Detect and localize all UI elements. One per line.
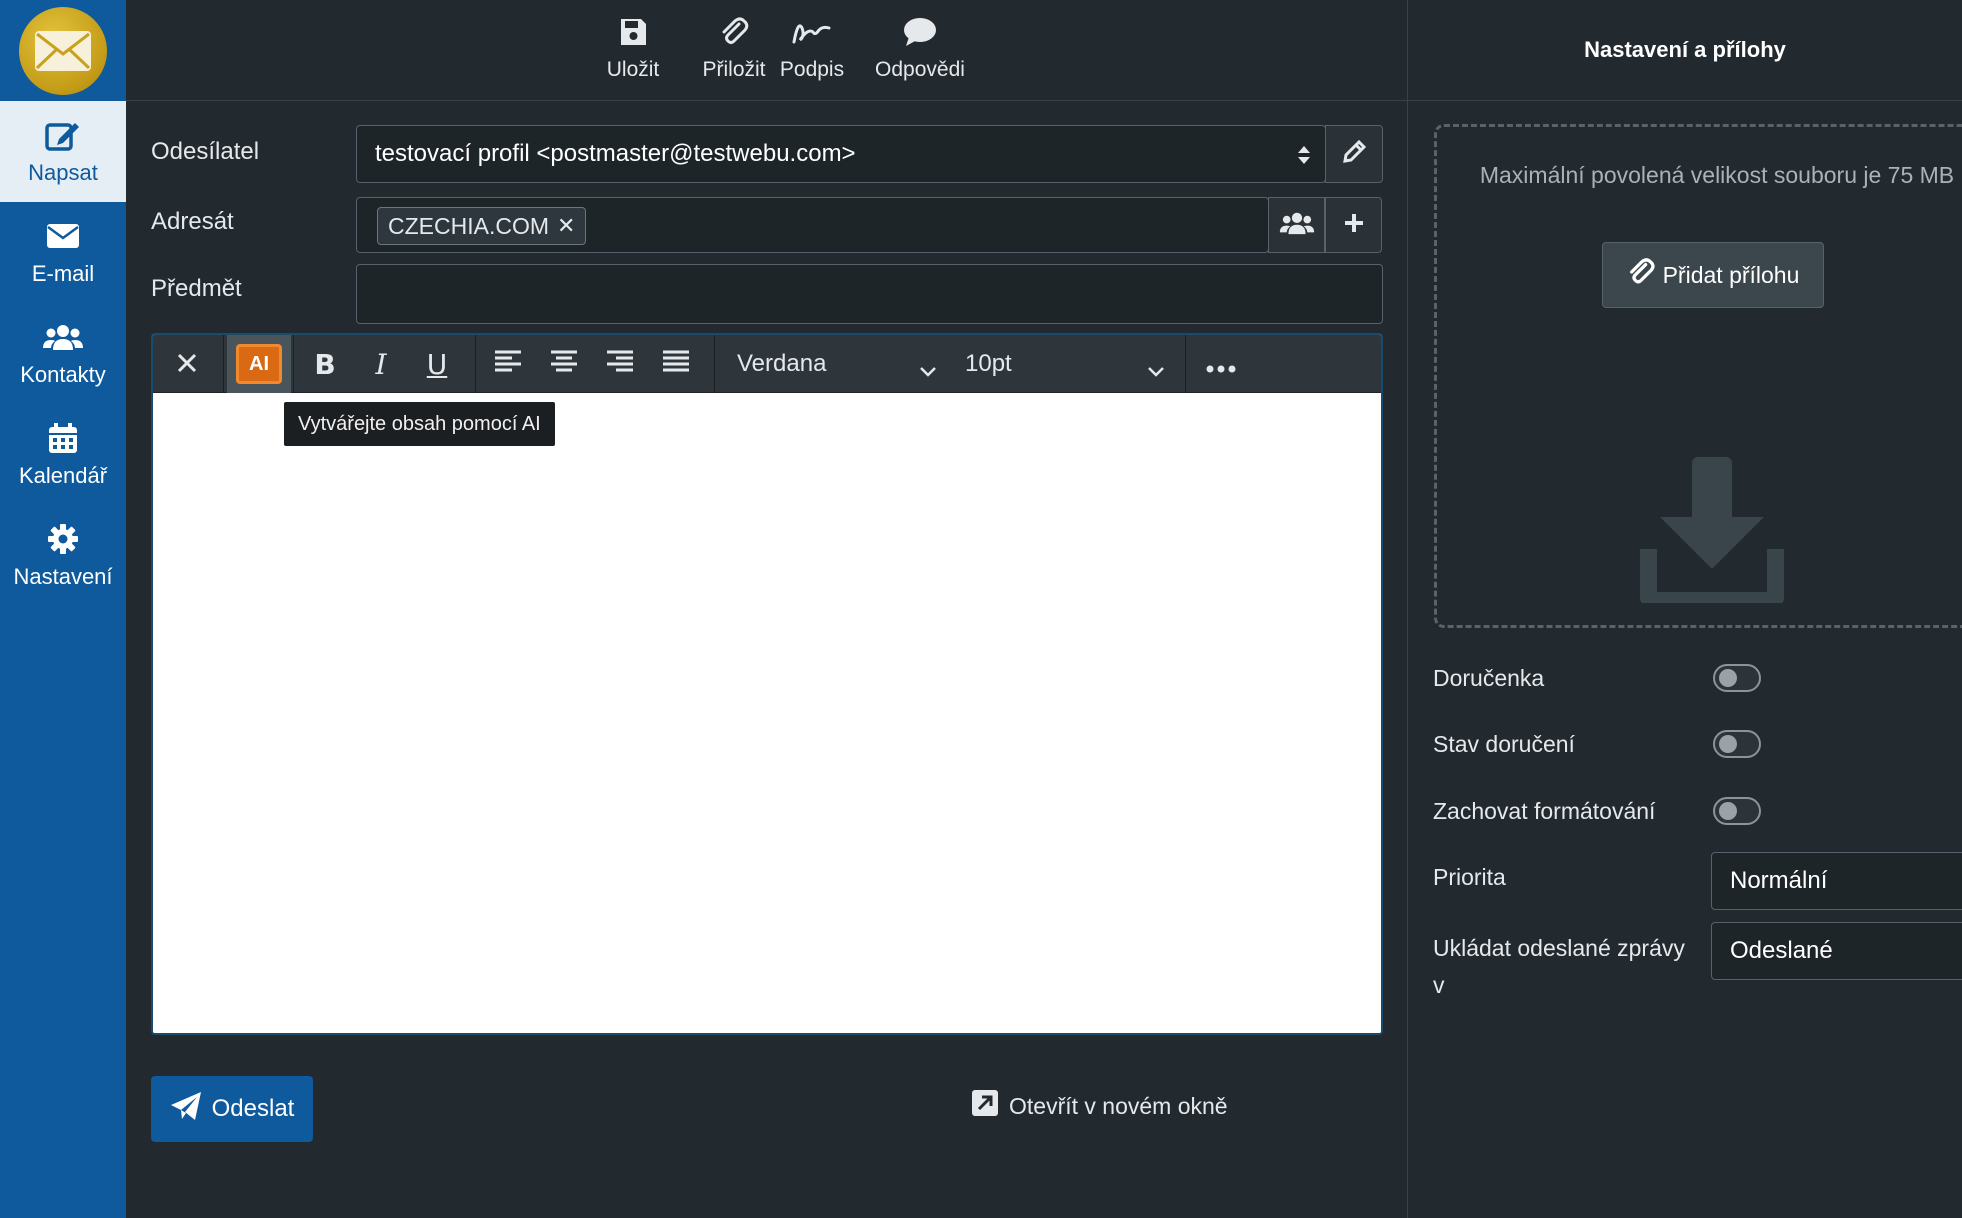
bold-button[interactable]: B: [303, 341, 347, 387]
panel-divider: [1407, 0, 1408, 1218]
nav-label: Kontakty: [20, 361, 106, 387]
responses-button[interactable]: Odpovědi: [858, 14, 982, 86]
sender-value: testovací profil <postmaster@testwebu.co…: [375, 140, 856, 167]
read-receipt-toggle[interactable]: [1713, 664, 1761, 692]
nav-item-compose[interactable]: Napsat: [0, 101, 126, 202]
signature-icon: [791, 14, 833, 50]
main-nav: Napsat E-mail Kontakty Kalendář Nastaven…: [0, 0, 126, 1218]
nav-label: E-mail: [31, 260, 95, 286]
paper-plane-icon: [170, 1091, 202, 1128]
ai-button[interactable]: AI: [227, 335, 291, 393]
contacts-icon: [42, 320, 84, 354]
max-size-text: Maximální povolená velikost souboru je 7…: [1479, 162, 1955, 188]
sender-label: Odesílatel: [151, 138, 260, 165]
italic-button[interactable]: I: [359, 341, 403, 387]
font-size-select[interactable]: 10pt: [965, 335, 1165, 393]
save-button[interactable]: Uložit: [578, 14, 688, 86]
underline-icon: U: [426, 347, 448, 381]
recipient-tag: CZECHIA.COM ✕: [377, 207, 587, 245]
nav-item-settings[interactable]: Nastavení: [0, 505, 126, 606]
italic-icon: I: [375, 347, 387, 381]
underline-button[interactable]: U: [415, 341, 459, 387]
compose-toolbar: Uložit Přiložit Podpis Odpovědi: [126, 0, 1408, 101]
priority-label: Priorita: [1433, 864, 1506, 890]
contacts-icon: [1279, 211, 1315, 240]
mail-compose-app: Napsat E-mail Kontakty Kalendář Nastaven…: [0, 0, 1962, 1218]
align-right-icon: [606, 348, 634, 380]
external-link-icon: [971, 1089, 999, 1123]
compose-form: Odesílatel testovací profil <postmaster@…: [126, 101, 1408, 1218]
close-editor-button[interactable]: [165, 341, 209, 387]
keep-formatting-label: Zachovat formátování: [1433, 798, 1656, 824]
nav-item-calendar[interactable]: Kalendář: [0, 404, 126, 505]
mail-logo-icon: [19, 6, 107, 95]
envelope-icon: [46, 219, 80, 253]
paperclip-icon: [719, 14, 749, 50]
attachment-dropzone[interactable]: Maximální povolená velikost souboru je 7…: [1434, 124, 1962, 628]
logo[interactable]: [0, 0, 126, 101]
sort-caret-icon: [1297, 144, 1311, 173]
paperclip-icon: [1627, 257, 1655, 293]
close-icon: [177, 348, 197, 380]
editor-body[interactable]: [153, 393, 1381, 1033]
edit-identity-button[interactable]: [1325, 125, 1383, 183]
nav-label: Kalendář: [18, 462, 108, 488]
pencil-icon: [1341, 139, 1367, 170]
bold-icon: B: [314, 347, 336, 381]
chevron-down-icon: [919, 357, 937, 385]
read-receipt-label: Doručenka: [1433, 665, 1545, 691]
send-button[interactable]: Odeslat: [151, 1076, 313, 1142]
subject-input[interactable]: [356, 264, 1383, 324]
gear-icon: [47, 522, 79, 556]
font-size-value: 10pt: [965, 350, 1012, 377]
plus-icon: [1343, 212, 1365, 239]
nav-item-email[interactable]: E-mail: [0, 202, 126, 303]
align-center-icon: [550, 348, 578, 380]
chevron-down-icon: [1147, 357, 1165, 385]
align-left-button[interactable]: [486, 341, 530, 387]
align-left-icon: [494, 348, 522, 380]
open-new-window-link[interactable]: Otevřít v novém okně: [971, 1090, 1228, 1122]
editor-toolbar: AI B I U Verdana 10pt: [153, 335, 1381, 393]
more-options-button[interactable]: [1199, 341, 1243, 387]
nav-label: Napsat: [28, 159, 98, 185]
delivery-status-toggle[interactable]: [1713, 730, 1761, 758]
ai-tooltip: Vytvářejte obsah pomocí AI: [284, 402, 555, 446]
save-sent-folder-select[interactable]: Odeslané: [1711, 922, 1962, 980]
justify-icon: [662, 348, 690, 380]
font-family-select[interactable]: Verdana: [737, 335, 937, 393]
priority-select[interactable]: Normální: [1711, 852, 1962, 910]
subject-label: Předmět: [151, 275, 242, 302]
compose-icon: [45, 118, 81, 152]
add-recipient-button[interactable]: [1325, 197, 1382, 253]
align-center-button[interactable]: [542, 341, 586, 387]
save-sent-label: Ukládat odeslané zprávy v: [1433, 935, 1685, 998]
download-icon: [1639, 457, 1785, 610]
justify-button[interactable]: [654, 341, 698, 387]
remove-recipient-icon[interactable]: ✕: [557, 213, 575, 239]
contact-groups-button[interactable]: [1268, 197, 1325, 253]
keep-formatting-toggle[interactable]: [1713, 797, 1761, 825]
ai-icon: AI: [236, 344, 282, 384]
panel-title: Nastavení a přílohy: [1408, 0, 1962, 101]
delivery-status-label: Stav doručení: [1433, 731, 1575, 757]
speech-bubble-icon: [903, 14, 937, 50]
sender-select[interactable]: testovací profil <postmaster@testwebu.co…: [356, 125, 1326, 183]
save-icon: [619, 14, 647, 50]
to-label: Adresát: [151, 208, 234, 235]
nav-item-contacts[interactable]: Kontakty: [0, 303, 126, 404]
font-family-value: Verdana: [737, 350, 827, 377]
calendar-icon: [48, 421, 78, 455]
recipient-input[interactable]: CZECHIA.COM ✕: [356, 197, 1269, 253]
more-icon: [1206, 348, 1236, 380]
nav-label: Nastavení: [13, 563, 113, 589]
add-attachment-button[interactable]: Přidat přílohu: [1602, 242, 1824, 308]
recipient-name: CZECHIA.COM: [388, 212, 549, 239]
signature-button[interactable]: Podpis: [767, 14, 857, 86]
align-right-button[interactable]: [598, 341, 642, 387]
